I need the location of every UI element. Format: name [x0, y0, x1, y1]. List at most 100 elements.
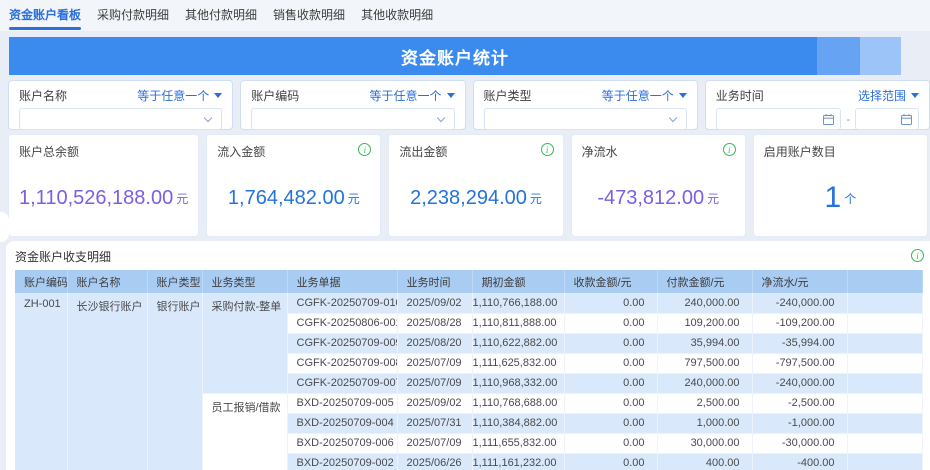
table-cell: 1,110,768,688.00 — [472, 393, 564, 413]
info-icon[interactable] — [911, 249, 924, 262]
table-cell: BXD-20250709-006 — [287, 433, 397, 453]
caret-down-icon — [214, 93, 222, 98]
table-row: ZH-001长沙银行账户银行账户采购付款-整单CGFK-20250709-010… — [15, 293, 922, 313]
caret-down-icon — [679, 93, 687, 98]
filter-row: 账户名称等于任意一个账户编码等于任意一个账户类型等于任意一个业务时间选择范围- — [8, 80, 930, 130]
filter-card-账户类型: 账户类型 等于任意一个 — [473, 80, 698, 130]
info-icon[interactable] — [723, 143, 736, 156]
stat-value: 1 — [825, 181, 842, 215]
table-cell: -797,500.00 — [752, 353, 847, 373]
table-cell: CGFK-20250709-008 — [287, 353, 397, 373]
stat-unit: 元 — [530, 190, 542, 207]
filter-condition-dropdown[interactable]: 等于任意一个 — [602, 87, 687, 104]
banner-gradient-segment — [817, 37, 860, 75]
chevron-down-icon — [436, 114, 444, 122]
filter-label: 业务时间 — [716, 87, 764, 104]
table-cell: -240,000.00 — [752, 373, 847, 393]
table-cell-empty — [847, 413, 922, 433]
table-cell: -2,500.00 — [752, 393, 847, 413]
column-header: 账户名称 — [67, 270, 147, 293]
table-cell: CGFK-20250709-007 — [287, 373, 397, 393]
calendar-icon — [822, 113, 835, 126]
tab-销售收款明细[interactable]: 销售收款明细 — [273, 0, 345, 31]
table-cell: 1,110,766,188.00 — [472, 293, 564, 313]
account-cell: ZH-001 — [15, 293, 67, 470]
filter-select[interactable] — [251, 108, 454, 130]
table-cell: 0.00 — [564, 433, 657, 453]
stat-unit: 元 — [707, 190, 719, 207]
table-cell: 0.00 — [564, 293, 657, 313]
table-cell: 2025/07/09 — [397, 353, 472, 373]
filter-card-业务时间: 业务时间 选择范围- — [705, 80, 930, 130]
stat-card-净流水: 净流水-473,812.00元 — [571, 134, 746, 237]
table-cell: 2025/08/20 — [397, 333, 472, 353]
table-cell: 0.00 — [564, 313, 657, 333]
table-cell-empty — [847, 373, 922, 393]
filter-condition-dropdown[interactable]: 选择范围 — [858, 87, 919, 104]
tab-采购付款明细[interactable]: 采购付款明细 — [97, 0, 169, 31]
table-cell: 797,500.00 — [657, 353, 752, 373]
table-cell-empty — [847, 293, 922, 313]
table-header-row: 账户编码账户名称账户类型业务类型业务单据业务时间期初金额收款金额/元付款金额/元… — [15, 270, 922, 293]
table-cell: 30,000.00 — [657, 433, 752, 453]
account-cell: 长沙银行账户 — [67, 293, 147, 470]
table-cell: -30,000.00 — [752, 433, 847, 453]
table-cell: 109,200.00 — [657, 313, 752, 333]
table-cell: 2025/07/09 — [397, 373, 472, 393]
date-start-input[interactable] — [716, 108, 842, 130]
stat-unit: 元 — [176, 190, 188, 207]
filter-condition-dropdown[interactable]: 等于任意一个 — [369, 87, 454, 104]
stat-label: 账户总余额 — [19, 143, 188, 160]
table-cell-empty — [847, 353, 922, 373]
caret-down-icon — [447, 93, 455, 98]
filter-label: 账户类型 — [484, 87, 532, 104]
table-cell: BXD-20250709-005 — [287, 393, 397, 413]
table-cell: 2025/06/26 — [397, 453, 472, 470]
business-type-cell: 采购付款-整单 — [202, 293, 287, 393]
chevron-down-icon — [204, 114, 212, 122]
table-cell: 0.00 — [564, 393, 657, 413]
table-cell-empty — [847, 313, 922, 333]
stat-label: 流入金额 — [217, 143, 370, 160]
account-cell: 银行账户 — [147, 293, 202, 470]
table-cell: BXD-20250709-002 — [287, 453, 397, 470]
table-cell: 1,111,655,832.00 — [472, 433, 564, 453]
filter-condition-dropdown[interactable]: 等于任意一个 — [137, 87, 222, 104]
table-cell: 1,110,968,332.00 — [472, 373, 564, 393]
column-header: 期初金额 — [472, 270, 564, 293]
stat-card-流出金额: 流出金额 2,238,294.00元 — [388, 134, 563, 237]
tab-其他付款明细[interactable]: 其他付款明细 — [185, 0, 257, 31]
stat-label: 流出金额 — [399, 143, 552, 160]
table-cell-empty — [847, 393, 922, 413]
table-cell: 35,994.00 — [657, 333, 752, 353]
stats-row: 账户总余额1,110,526,188.00元流入金额1,764,482.00元流… — [8, 134, 928, 237]
business-type-cell: 员工报销/借款 — [202, 393, 287, 470]
column-header: 付款金额/元 — [657, 270, 752, 293]
top-tab-bar: 资金账户看板采购付款明细其他付款明细销售收款明细其他收款明细 — [0, 0, 930, 31]
stat-card-账户总余额: 账户总余额1,110,526,188.00元 — [8, 134, 199, 237]
table-cell: 0.00 — [564, 353, 657, 373]
date-end-input[interactable] — [855, 108, 919, 130]
stat-value: 1,764,482.00 — [228, 187, 345, 210]
detail-panel: 资金账户收支明细 账户编码账户名称账户类型业务类型业务单据业务时间期初金额收款金… — [6, 241, 930, 470]
stat-card-流入金额: 流入金额1,764,482.00元 — [206, 134, 381, 237]
table-cell: 2025/09/02 — [397, 393, 472, 413]
column-header: 业务类型 — [202, 270, 287, 293]
table-cell: 1,110,622,882.00 — [472, 333, 564, 353]
tab-其他收款明细[interactable]: 其他收款明细 — [361, 0, 433, 31]
tab-资金账户看板[interactable]: 资金账户看板 — [9, 0, 81, 31]
column-header: 业务单据 — [287, 270, 397, 293]
table-cell: BXD-20250709-004 — [287, 413, 397, 433]
table-cell: -240,000.00 — [752, 293, 847, 313]
table-cell: 240,000.00 — [657, 373, 752, 393]
table-cell: 2025/07/31 — [397, 413, 472, 433]
filter-card-账户名称: 账户名称等于任意一个 — [8, 80, 233, 130]
table-cell: 400.00 — [657, 453, 752, 470]
stat-label: 净流水 — [582, 143, 735, 160]
date-range-separator: - — [846, 112, 850, 126]
stat-value: 2,238,294.00 — [410, 187, 527, 210]
filter-select[interactable] — [484, 108, 687, 130]
table-cell: 1,000.00 — [657, 413, 752, 433]
info-icon[interactable] — [541, 143, 554, 156]
filter-select[interactable] — [19, 108, 222, 130]
